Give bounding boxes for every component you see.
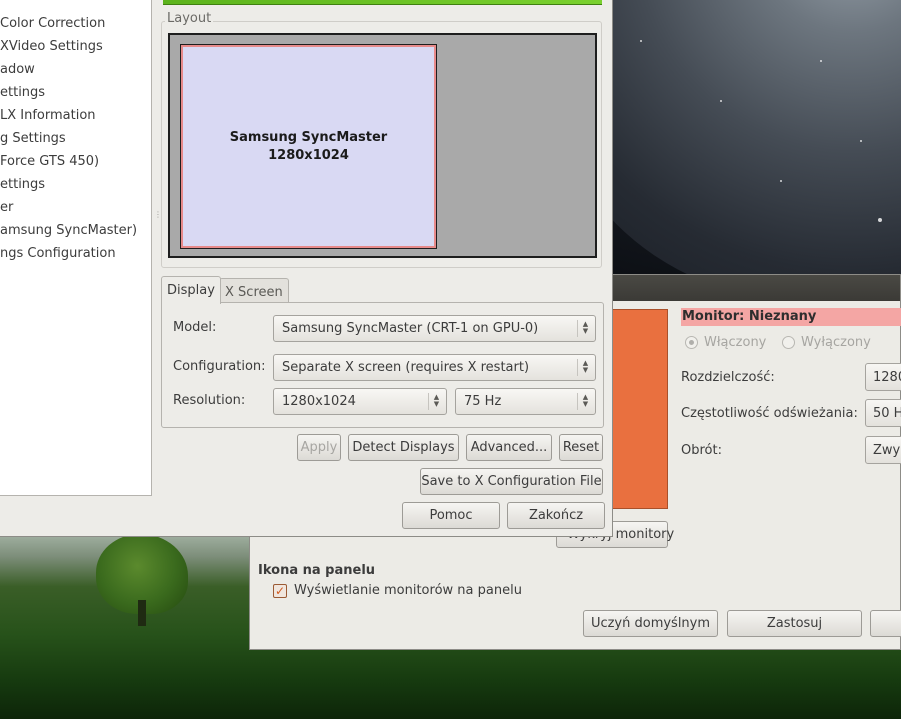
help-button[interactable]: Pomoc	[402, 502, 500, 529]
radio-off[interactable]: Wyłączony	[782, 335, 871, 350]
screen-resolution: 1280x1024	[268, 148, 349, 163]
radio-off-label: Wyłączony	[801, 335, 871, 350]
separator	[577, 359, 578, 376]
updown-arrows-icon	[582, 394, 589, 408]
resolution-select[interactable]: 1280x1024	[273, 388, 447, 415]
updown-arrows-icon	[582, 321, 589, 335]
model-label: Model:	[173, 320, 217, 335]
configuration-label: Configuration:	[173, 359, 266, 374]
updown-arrows-icon	[433, 394, 440, 408]
radio-on[interactable]: Włączony	[685, 335, 766, 350]
star	[780, 180, 782, 182]
tree-item[interactable]: ngs Configuration	[0, 246, 116, 261]
checkbox-checked-icon[interactable]: ✓	[273, 583, 287, 598]
refresh-rate-select[interactable]: 75 Hz	[455, 388, 596, 415]
star	[860, 140, 862, 142]
layout-title: Layout	[165, 11, 214, 26]
radio-button[interactable]	[782, 336, 795, 349]
apply-button[interactable]: Zastosuj	[727, 610, 862, 637]
star	[878, 218, 882, 222]
updown-arrows-icon	[582, 360, 589, 374]
screen-name: Samsung SyncMaster	[229, 130, 388, 145]
tab-x-screen[interactable]: X Screen	[219, 278, 289, 303]
detect-displays-button[interactable]: Detect Displays	[348, 434, 459, 461]
rotation-label: Obrót:	[681, 443, 722, 458]
tree-item[interactable]: ettings	[0, 177, 45, 192]
rotation-select[interactable]: Zwyk	[865, 436, 901, 464]
tree-item[interactable]: ettings	[0, 85, 45, 100]
display-screen-box[interactable]: Samsung SyncMaster 1280x1024	[180, 44, 437, 249]
apply-button[interactable]: Apply	[297, 434, 341, 461]
panel-checkbox-row[interactable]: ✓ Wyświetlanie monitorów na panelu	[273, 583, 522, 598]
tree-item[interactable]: amsung SyncMaster)	[0, 223, 137, 238]
refresh-label: Częstotliwość odświeżania:	[681, 406, 858, 421]
tree-item[interactable]: adow	[0, 62, 35, 77]
tree-item[interactable]: er	[0, 200, 13, 215]
resolution-value: 1280x1024	[282, 394, 356, 409]
separator	[577, 320, 578, 337]
panel-section-heading: Ikona na panelu	[258, 563, 376, 578]
star	[820, 60, 822, 62]
separator	[577, 393, 578, 410]
nvidia-banner	[163, 0, 602, 5]
star	[720, 100, 722, 102]
layout-canvas[interactable]: Samsung SyncMaster 1280x1024	[168, 33, 597, 258]
radio-button[interactable]	[685, 336, 698, 349]
tree-item[interactable]: Color Correction	[0, 16, 105, 31]
tree-item[interactable]: Force GTS 450)	[0, 154, 99, 169]
tree-item[interactable]: LX Information	[0, 108, 96, 123]
advanced-button[interactable]: Advanced...	[466, 434, 552, 461]
resolution-label: Resolution:	[173, 393, 246, 408]
radio-on-label: Włączony	[704, 335, 767, 350]
model-select[interactable]: Samsung SyncMaster (CRT-1 on GPU-0)	[273, 315, 596, 342]
tree-item[interactable]: XVideo Settings	[0, 39, 103, 54]
nvidia-settings-window: Color Correction XVideo Settings adow et…	[0, 0, 613, 537]
refresh-select[interactable]: 50 H	[865, 399, 901, 427]
monitor-heading: Monitor: Nieznany	[681, 308, 901, 326]
pane-resize-handle[interactable]: ⋮	[154, 211, 162, 226]
resolution-label: Rozdzielczość:	[681, 370, 775, 385]
tab-display[interactable]: Display	[161, 276, 221, 304]
save-x-config-button[interactable]: Save to X Configuration File	[420, 468, 603, 495]
configuration-value: Separate X screen (requires X restart)	[282, 360, 530, 375]
monitor-preview[interactable]	[608, 309, 668, 509]
model-value: Samsung SyncMaster (CRT-1 on GPU-0)	[282, 321, 539, 336]
make-default-button[interactable]: Uczyń domyślnym	[583, 610, 718, 637]
star	[640, 40, 642, 42]
separator	[428, 393, 429, 410]
partial-button[interactable]	[870, 610, 901, 637]
tree-item[interactable]: g Settings	[0, 131, 66, 146]
configuration-select[interactable]: Separate X screen (requires X restart)	[273, 354, 596, 381]
refresh-rate-value: 75 Hz	[464, 394, 502, 409]
resolution-select[interactable]: 1280	[865, 363, 901, 391]
settings-tree[interactable]: Color Correction XVideo Settings adow et…	[0, 0, 152, 496]
quit-button[interactable]: Zakończ	[507, 502, 605, 529]
panel-checkbox-label: Wyświetlanie monitorów na panelu	[294, 583, 522, 598]
tree-trunk	[138, 600, 146, 626]
reset-button[interactable]: Reset	[559, 434, 603, 461]
